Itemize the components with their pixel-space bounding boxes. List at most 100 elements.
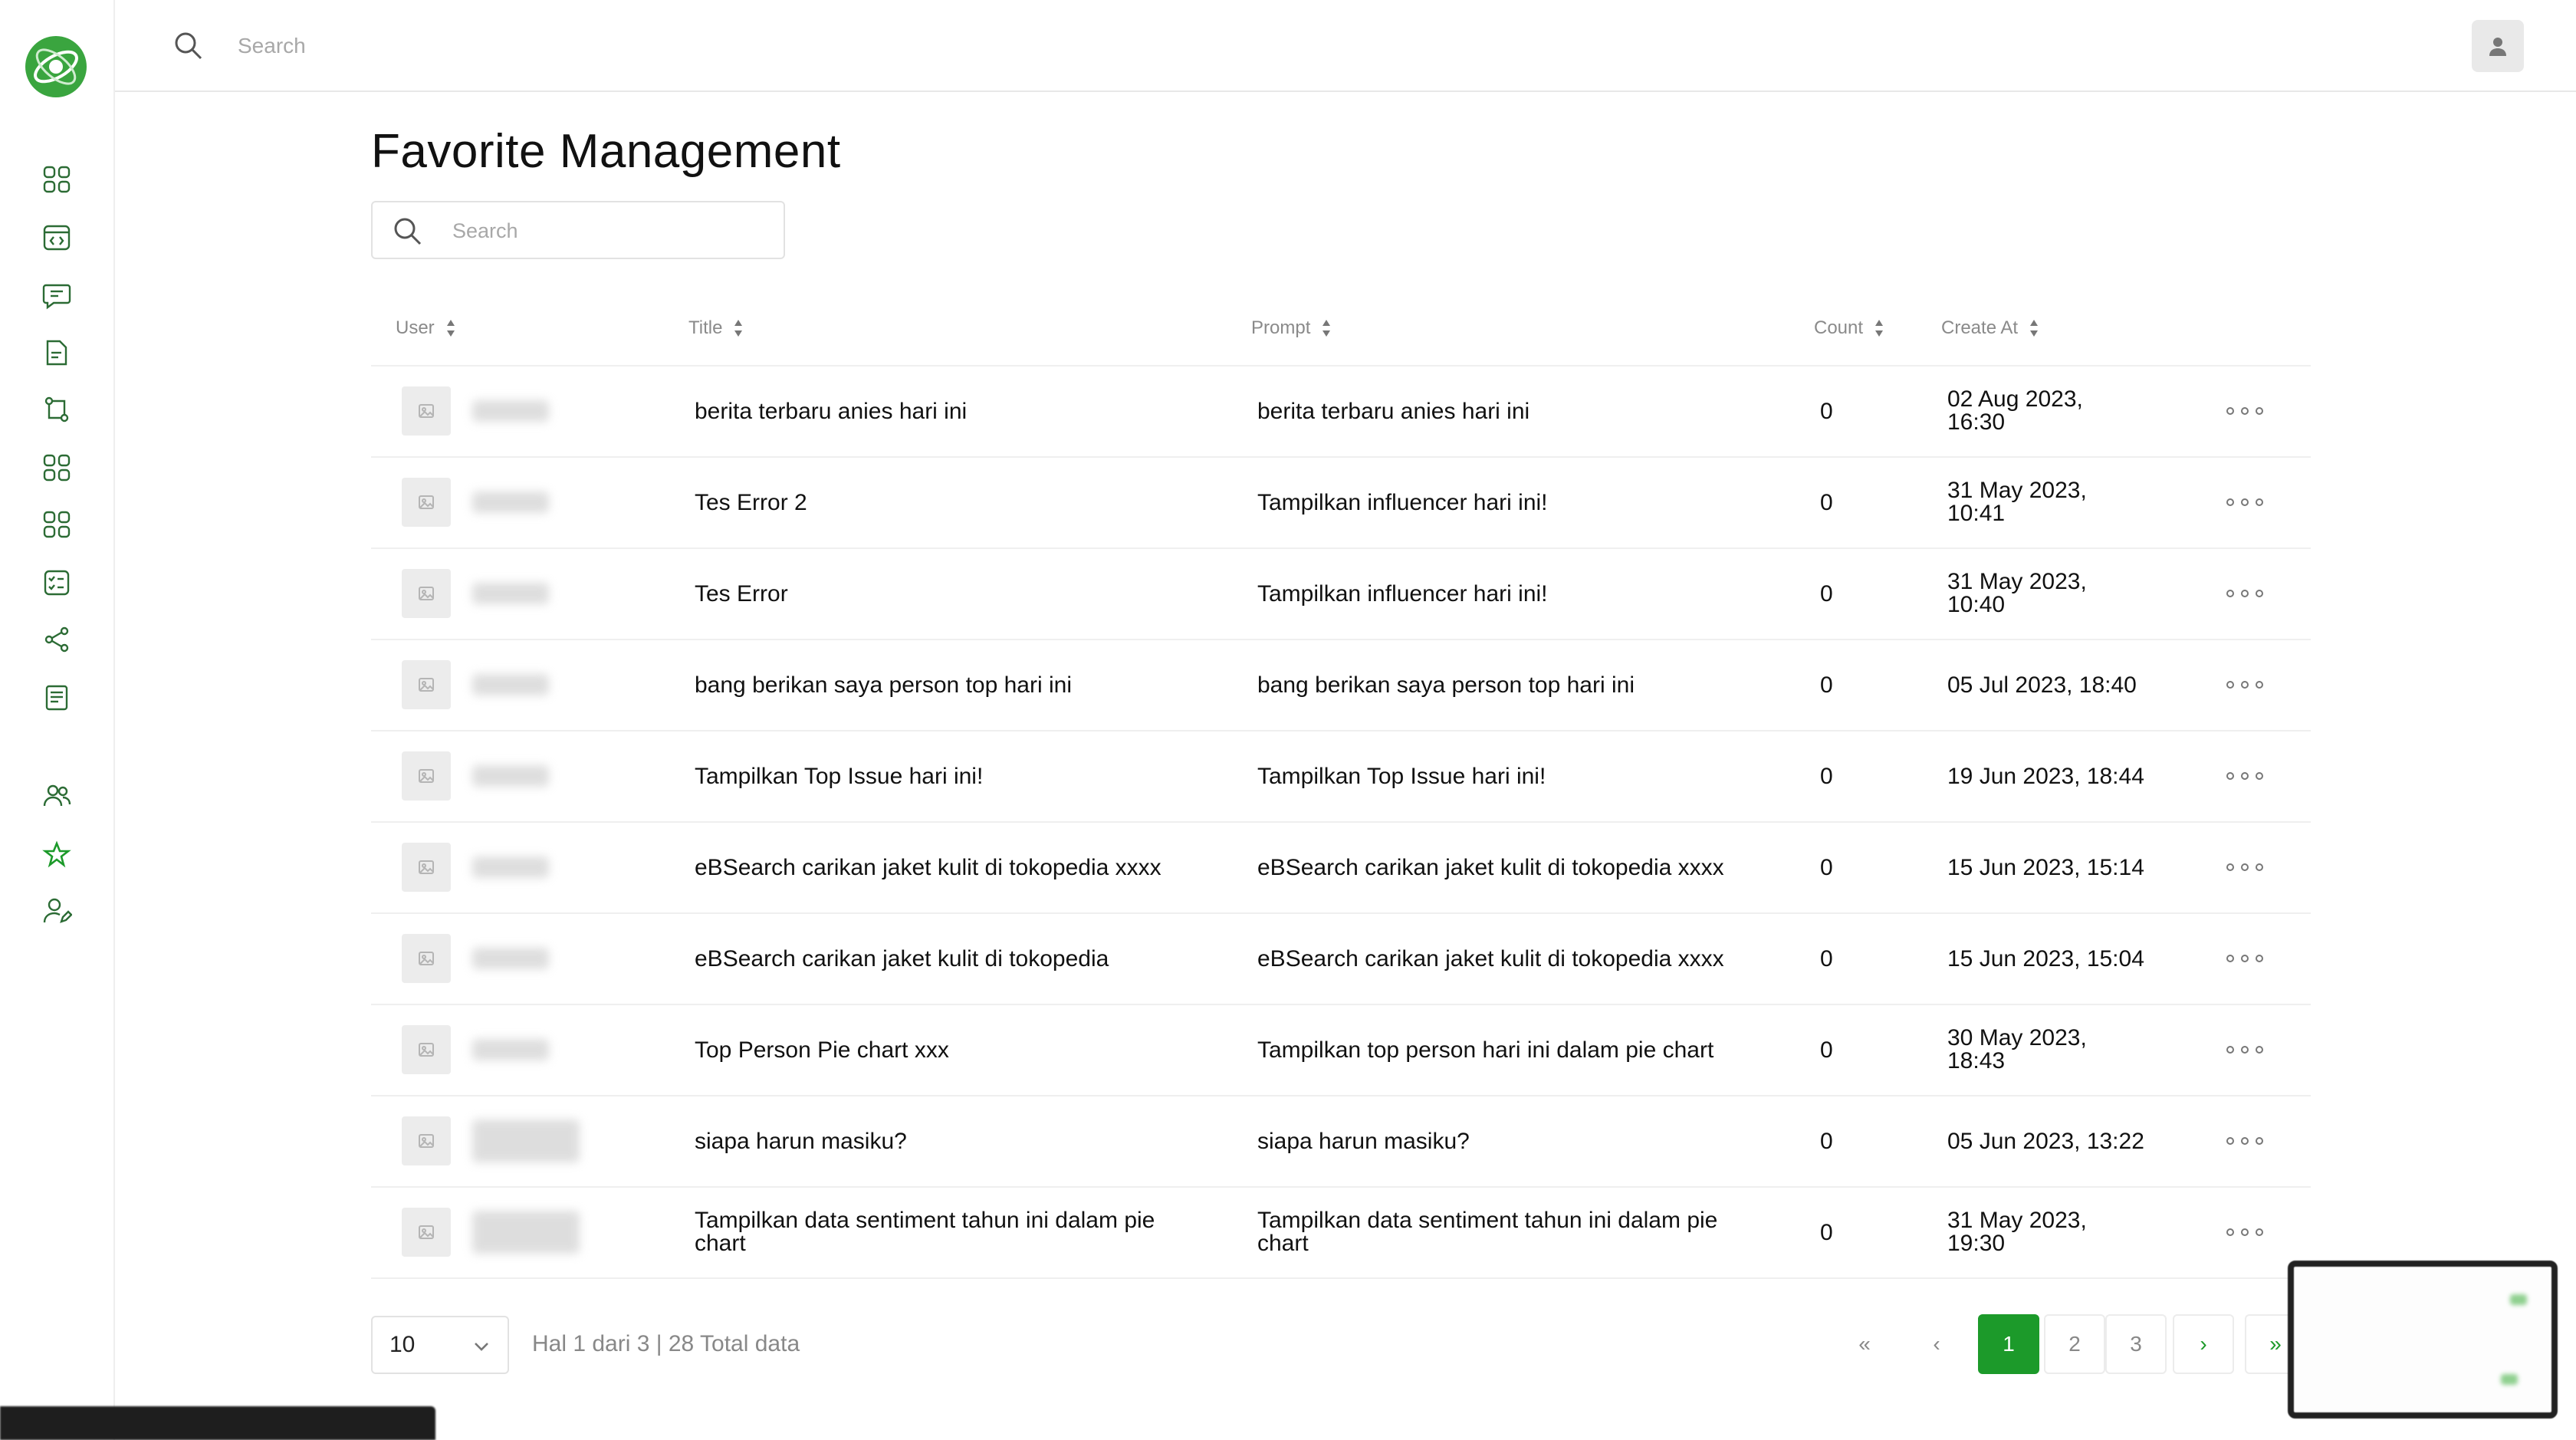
title-cell: berita terbaru anies hari ini	[695, 400, 967, 423]
favorites-table: User Title Prompt Count Create At berita…	[371, 294, 2311, 1279]
user-avatar	[402, 660, 451, 709]
notes-icon[interactable]	[40, 681, 74, 715]
star-icon[interactable]	[40, 837, 74, 871]
user-avatar	[402, 478, 451, 527]
user-name-redacted	[472, 856, 549, 878]
flow-icon[interactable]	[40, 393, 74, 426]
chevron-down-icon	[475, 1343, 488, 1351]
more-options-icon[interactable]	[2226, 400, 2263, 422]
count-cell-line: 0	[1820, 581, 1833, 607]
users-icon[interactable]	[40, 779, 74, 813]
column-header-user[interactable]: User	[396, 317, 456, 339]
image-placeholder-icon	[419, 404, 434, 418]
prompt-cell-line: berita terbaru anies hari ini	[1257, 399, 1530, 424]
modules-grid-icon[interactable]	[40, 451, 74, 485]
prompt-cell: eBSearch carikan jaket kulit di tokopedi…	[1257, 948, 1724, 971]
title-cell: eBSearch carikan jaket kulit di tokopedi…	[695, 856, 1162, 879]
app-logo[interactable]	[23, 34, 89, 100]
more-options-icon[interactable]	[2226, 1039, 2263, 1060]
table-row[interactable]: bang berikan saya person top hari ini ban…	[371, 640, 2311, 732]
preview-dot	[2510, 1294, 2527, 1305]
prompt-cell-line: Tampilkan Top Issue hari ini!	[1257, 764, 1546, 789]
user-avatar-button[interactable]	[2472, 20, 2524, 72]
table-search-input[interactable]	[452, 213, 767, 248]
sort-icon[interactable]	[1321, 318, 1332, 338]
previous-page-button[interactable]: ‹	[1906, 1314, 1967, 1374]
table-row[interactable]: eBSearch carikan jaket kulit di tokopedi…	[371, 914, 2311, 1005]
checklist-icon[interactable]	[40, 566, 74, 600]
count-cell: 0	[1820, 400, 1833, 423]
more-options-icon[interactable]	[2226, 1221, 2263, 1243]
created-at-cell-line: 31 May 2023,	[1947, 478, 2087, 503]
table-row[interactable]: Tampilkan data sentiment tahun ini dalam…	[371, 1188, 2311, 1279]
code-window-icon[interactable]	[40, 221, 74, 255]
column-header-create-at[interactable]: Create At	[1941, 317, 2039, 339]
count-cell-line: 0	[1820, 399, 1833, 424]
title-cell: Tampilkan Top Issue hari ini!	[695, 765, 983, 788]
image-placeholder-icon	[419, 587, 434, 600]
title-cell: Tes Error	[695, 583, 788, 606]
created-at-cell: 31 May 2023, 10:41	[1947, 479, 2087, 525]
user-name-redacted	[472, 492, 549, 513]
sort-icon[interactable]	[733, 318, 744, 338]
count-cell-line: 0	[1820, 855, 1833, 880]
image-placeholder-icon	[419, 860, 434, 874]
table-row[interactable]: Top Person Pie chart xxx Tampilkan top pe…	[371, 1005, 2311, 1096]
table-row[interactable]: eBSearch carikan jaket kulit di tokopedi…	[371, 823, 2311, 914]
prompt-cell-line: eBSearch carikan jaket kulit di tokopedi…	[1257, 855, 1724, 880]
first-page-button[interactable]: «	[1834, 1314, 1895, 1374]
user-edit-icon[interactable]	[40, 894, 74, 928]
user-avatar	[402, 386, 451, 436]
prompt-cell-line: eBSearch carikan jaket kulit di tokopedi…	[1257, 946, 1724, 972]
more-options-icon[interactable]	[2226, 856, 2263, 878]
page-size-select[interactable]: 10	[371, 1316, 509, 1374]
more-options-icon[interactable]	[2226, 492, 2263, 513]
title-cell-line: Tes Error 2	[695, 490, 807, 515]
global-search-input[interactable]	[238, 28, 928, 64]
table-row[interactable]: Tes Error Tampilkan influencer hari ini! 0…	[371, 549, 2311, 640]
count-cell-line: 0	[1820, 764, 1833, 789]
table-row[interactable]: Tampilkan Top Issue hari ini! Tampilkan T…	[371, 732, 2311, 823]
more-options-icon[interactable]	[2226, 1130, 2263, 1152]
user-name-redacted	[472, 583, 549, 604]
page-title: Favorite Management	[371, 125, 841, 178]
title-cell-line: eBSearch carikan jaket kulit di tokopedi…	[695, 946, 1109, 972]
more-options-icon[interactable]	[2226, 765, 2263, 787]
next-page-button[interactable]: ›	[2173, 1314, 2234, 1374]
apps-grid-icon[interactable]	[40, 508, 74, 541]
page-3-button[interactable]: 3	[2105, 1314, 2167, 1374]
sort-icon[interactable]	[2029, 318, 2039, 338]
chat-icon[interactable]	[40, 278, 74, 311]
title-cell: bang berikan saya person top hari ini	[695, 674, 1072, 697]
dashboard-grid-icon[interactable]	[40, 163, 74, 196]
column-header-count[interactable]: Count	[1814, 317, 1884, 339]
sort-icon[interactable]	[445, 318, 456, 338]
more-options-icon[interactable]	[2226, 583, 2263, 604]
column-header-label: Count	[1814, 317, 1864, 338]
count-cell: 0	[1820, 948, 1833, 971]
document-icon[interactable]	[40, 336, 74, 370]
created-at-cell-line: 05 Jul 2023, 18:40	[1947, 672, 2137, 698]
share-icon[interactable]	[40, 623, 74, 656]
sort-icon[interactable]	[1874, 318, 1884, 338]
table-row[interactable]: Tes Error 2 Tampilkan influencer hari ini…	[371, 458, 2311, 549]
created-at-cell-line: 16:30	[1947, 409, 2006, 435]
created-at-cell-line: 18:43	[1947, 1048, 2006, 1073]
column-header-prompt[interactable]: Prompt	[1251, 317, 1332, 339]
table-row[interactable]: siapa harun masiku? siapa harun masiku? 0 0…	[371, 1096, 2311, 1188]
column-header-title[interactable]: Title	[688, 317, 744, 339]
title-cell: Tampilkan data sentiment tahun ini dalam…	[695, 1209, 1155, 1255]
image-placeholder-icon	[419, 1043, 434, 1057]
created-at-cell: 30 May 2023, 18:43	[1947, 1027, 2087, 1073]
created-at-cell-line: 30 May 2023,	[1947, 1025, 2087, 1050]
table-row[interactable]: berita terbaru anies hari ini berita terb…	[371, 367, 2311, 458]
prompt-cell-line: Tampilkan influencer hari ini!	[1257, 490, 1548, 515]
prompt-cell: Tampilkan influencer hari ini!	[1257, 583, 1548, 606]
count-cell: 0	[1820, 1130, 1833, 1153]
more-options-icon[interactable]	[2226, 674, 2263, 695]
created-at-cell-line: 02 Aug 2023,	[1947, 386, 2083, 412]
created-at-cell: 15 Jun 2023, 15:04	[1947, 948, 2144, 971]
more-options-icon[interactable]	[2226, 948, 2263, 969]
page-1-button[interactable]: 1	[1978, 1314, 2039, 1374]
page-2-button[interactable]: 2	[2044, 1314, 2105, 1374]
